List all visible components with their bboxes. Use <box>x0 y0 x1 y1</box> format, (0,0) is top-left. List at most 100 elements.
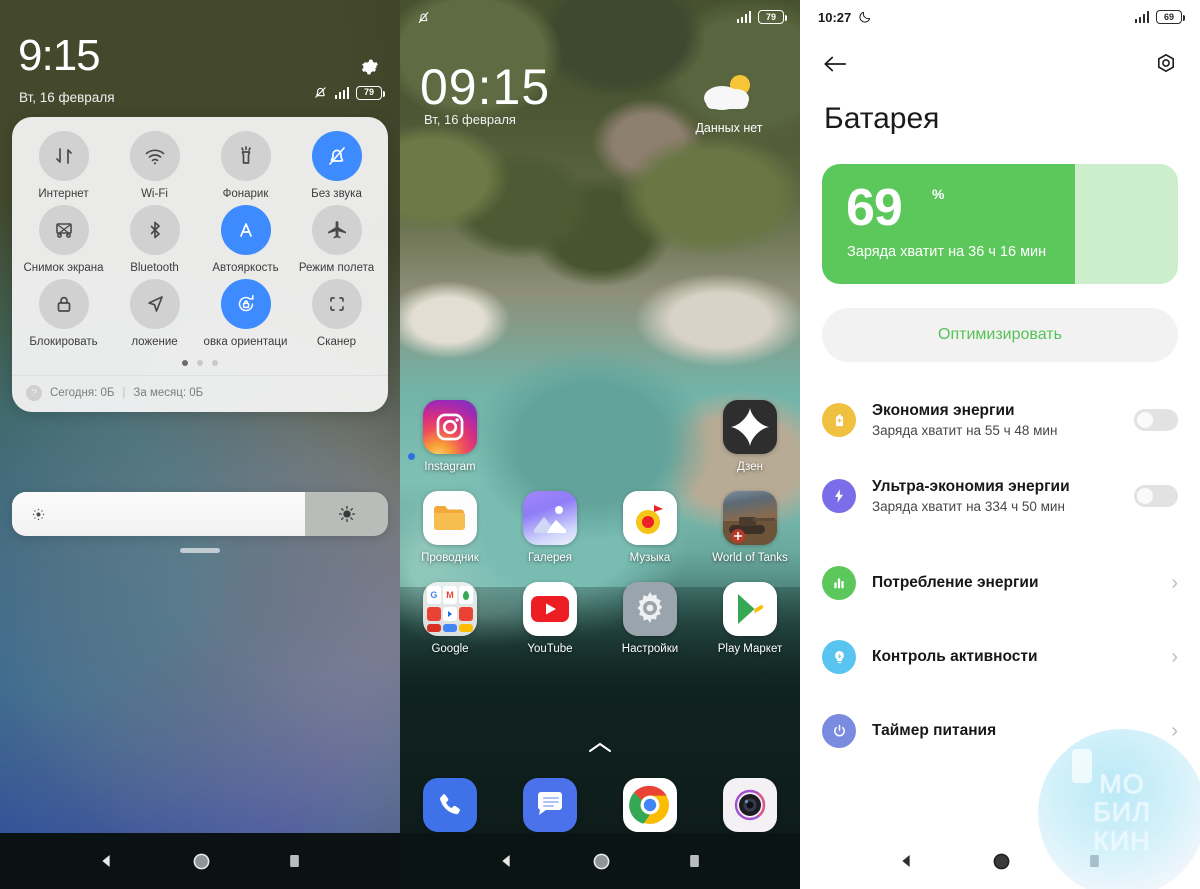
nav-recents-square[interactable] <box>288 853 301 869</box>
brightness-slider[interactable] <box>12 492 388 536</box>
list-item-power-saving[interactable]: Экономия энергии Заряда хватит на 55 ч 4… <box>800 388 1200 452</box>
dock-camera[interactable] <box>700 778 800 832</box>
google-folder-icon: G M <box>423 582 477 636</box>
app-world-of-tanks[interactable]: World of Tanks <box>700 491 800 564</box>
app-row-3: G M Google YouTube Настройки Play Маркет <box>400 582 800 655</box>
drag-handle[interactable] <box>180 548 220 553</box>
qs-tile-scanner[interactable]: Сканер <box>291 279 382 348</box>
nav-home-circle[interactable] <box>992 852 1011 871</box>
qs-label: Снимок экрана <box>23 262 104 274</box>
arrow-left-icon[interactable] <box>822 52 848 76</box>
qs-tile-airplane[interactable]: Режим полета <box>291 205 382 274</box>
right-panel-battery-settings: 10:27 69 Батарея 69 % Заряда хватит на 3… <box>800 0 1200 889</box>
nav-back-triangle[interactable] <box>99 853 115 869</box>
app-dzen[interactable]: Дзен <box>700 400 800 473</box>
qs-tile-internet[interactable]: Интернет <box>18 131 109 200</box>
app-label: Музыка <box>629 552 671 564</box>
qs-label: Фонарик <box>222 188 269 200</box>
ultra-power-saving-toggle[interactable] <box>1134 485 1178 507</box>
qs-tile-silent[interactable]: Без звука <box>291 131 382 200</box>
battery-remaining-text: Заряда хватит на 36 ч 16 мин <box>847 244 1047 260</box>
app-play-store[interactable]: Play Маркет <box>700 582 800 655</box>
list-item-power-timer[interactable]: Таймер питания › <box>800 700 1200 762</box>
battery-saver-icon <box>822 403 856 437</box>
bluetooth-icon <box>129 205 180 255</box>
data-usage-row[interactable]: ? Сегодня: 0Б | За месяц: 0Б <box>12 375 388 412</box>
qs-label: Автояркость <box>212 262 279 274</box>
file-manager-icon <box>423 491 477 545</box>
battery-level-card: 69 % Заряда хватит на 36 ч 16 мин <box>822 164 1178 284</box>
messages-icon <box>523 778 577 832</box>
dzen-icon <box>723 400 777 454</box>
left-navigation-bar <box>0 833 400 889</box>
home-clock-widget[interactable]: 09:15 <box>420 62 550 112</box>
qs-label: овка ориентаци <box>203 336 288 348</box>
qs-tile-lock[interactable]: Блокировать <box>18 279 109 348</box>
app-youtube[interactable]: YouTube <box>500 582 600 655</box>
app-settings[interactable]: Настройки <box>600 582 700 655</box>
list-item-text: Ультра-экономия энергии Заряда хватит на… <box>872 478 1118 514</box>
bulb-bolt-icon <box>822 640 856 674</box>
qs-tile-wifi[interactable]: Wi-Fi <box>109 131 200 200</box>
app-music[interactable]: Музыка <box>600 491 700 564</box>
dock-chrome[interactable] <box>600 778 700 832</box>
gear-hex-icon[interactable] <box>1154 52 1178 76</box>
instagram-icon <box>423 400 477 454</box>
qs-tile-bluetooth[interactable]: Bluetooth <box>109 205 200 274</box>
list-item-title: Ультра-экономия энергии <box>872 478 1070 495</box>
qs-tile-auto-brightness[interactable]: Автояркость <box>200 205 291 274</box>
gallery-icon <box>523 491 577 545</box>
nav-home-circle[interactable] <box>592 852 611 871</box>
lock-date: Вт, 16 февраля <box>19 90 115 105</box>
right-status-bar: 10:27 69 <box>800 0 1200 34</box>
list-item-text: Контроль активности <box>872 648 1155 666</box>
nav-back-triangle[interactable] <box>499 853 515 869</box>
qs-label: Без звука <box>311 188 362 200</box>
list-item-title: Экономия энергии <box>872 402 1015 419</box>
status-left-group: 10:27 <box>818 10 872 25</box>
home-date-widget[interactable]: Вт, 16 февраля <box>424 112 516 127</box>
status-clock: 10:27 <box>818 9 852 25</box>
list-item-ultra-power-saving[interactable]: Ультра-экономия энергии Заряда хватит на… <box>800 464 1200 528</box>
list-item-activity-control[interactable]: Контроль активности › <box>800 626 1200 688</box>
app-gallery[interactable]: Галерея <box>500 491 600 564</box>
lock-icon <box>38 279 89 329</box>
app-empty-slot-1 <box>500 400 600 473</box>
phone-icon <box>423 778 477 832</box>
app-instagram[interactable]: Instagram <box>400 400 500 473</box>
nav-back-triangle[interactable] <box>899 853 915 869</box>
moon-icon <box>859 11 871 23</box>
chevron-up-icon[interactable] <box>586 740 614 756</box>
list-item-power-consumption[interactable]: Потребление энергии › <box>800 552 1200 614</box>
bolt-icon <box>822 479 856 513</box>
brightness-low-icon <box>32 508 45 520</box>
nav-home-circle[interactable] <box>192 852 211 871</box>
nav-recents-square[interactable] <box>688 853 701 869</box>
quick-settings-page-dots[interactable] <box>12 360 388 366</box>
app-empty-slot-2 <box>600 400 700 473</box>
app-google-folder[interactable]: G M Google <box>400 582 500 655</box>
optimize-button[interactable]: Оптимизировать <box>822 308 1178 362</box>
app-label: YouTube <box>527 643 573 655</box>
screenshot-stage: 9:15 Вт, 16 февраля 79 Интернет Wi-Fi Фо… <box>0 0 1200 889</box>
app-file-manager[interactable]: Проводник <box>400 491 500 564</box>
nav-recents-square[interactable] <box>1088 853 1101 869</box>
app-label: World of Tanks <box>712 552 788 564</box>
chevron-right-icon: › <box>1171 719 1178 742</box>
qs-tile-flashlight[interactable]: Фонарик <box>200 131 291 200</box>
dock-messages[interactable] <box>500 778 600 832</box>
signal-icon <box>1134 11 1149 23</box>
gear-icon[interactable] <box>358 56 380 78</box>
qs-label: Сканер <box>316 336 357 348</box>
dock-phone[interactable] <box>400 778 500 832</box>
weather-widget[interactable]: Данных нет <box>674 72 784 135</box>
battery-percent-value: 69 <box>846 179 903 237</box>
location-icon <box>129 279 180 329</box>
power-saving-toggle[interactable] <box>1134 409 1178 431</box>
qs-tile-screenshot[interactable]: Снимок экрана <box>18 205 109 274</box>
watermark-line-1: МО <box>1099 768 1145 799</box>
qs-tile-location[interactable]: ложение <box>109 279 200 348</box>
qs-tile-rotation-lock[interactable]: овка ориентаци <box>200 279 291 348</box>
